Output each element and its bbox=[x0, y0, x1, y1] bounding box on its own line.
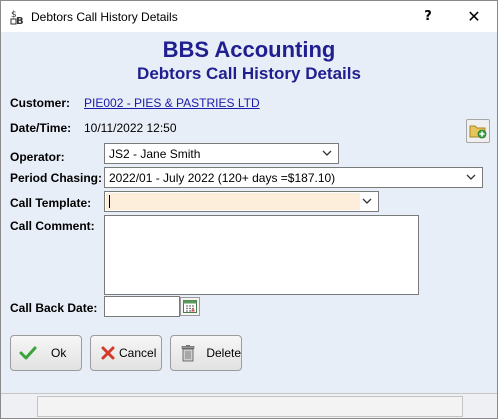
add-attachment-button[interactable] bbox=[466, 119, 490, 143]
chevron-down-icon bbox=[322, 150, 332, 156]
cancel-label: Cancel bbox=[119, 346, 157, 360]
folder-add-icon bbox=[469, 125, 487, 139]
text-cursor bbox=[109, 195, 110, 208]
operator-label: Operator: bbox=[10, 150, 65, 164]
operator-value: JS2 - Jane Smith bbox=[109, 146, 201, 161]
help-button[interactable]: ? bbox=[405, 1, 451, 32]
datetime-label: Date/Time: bbox=[10, 121, 72, 135]
trash-can-icon bbox=[179, 344, 196, 362]
template-label: Call Template: bbox=[10, 196, 92, 210]
dialog-window: $ B Debtors Call History Details ? ✕ BBS… bbox=[0, 0, 498, 419]
red-x-icon bbox=[99, 344, 117, 362]
comment-textarea[interactable] bbox=[104, 215, 419, 295]
calendar-icon bbox=[183, 300, 197, 313]
svg-text:B: B bbox=[16, 16, 24, 26]
comment-label: Call Comment: bbox=[10, 219, 95, 233]
customer-label: Customer: bbox=[10, 96, 71, 110]
ok-button[interactable]: Ok bbox=[10, 335, 82, 371]
callback-label: Call Back Date: bbox=[10, 301, 98, 315]
operator-select[interactable]: JS2 - Jane Smith bbox=[104, 143, 339, 164]
datetime-value: 10/11/2022 12:50 bbox=[84, 121, 177, 135]
period-label: Period Chasing: bbox=[10, 171, 103, 185]
chevron-down-icon bbox=[362, 198, 372, 204]
close-button[interactable]: ✕ bbox=[451, 1, 497, 32]
page-title: Debtors Call History Details bbox=[137, 64, 361, 83]
template-select[interactable] bbox=[104, 191, 379, 212]
period-value: 2022/01 - July 2022 (120+ days =$187.10) bbox=[109, 170, 336, 185]
delete-label: Delete bbox=[206, 346, 241, 360]
checkmark-icon bbox=[19, 344, 37, 362]
customer-link[interactable]: PIE002 - PIES & PASTRIES LTD bbox=[84, 96, 260, 110]
cancel-button[interactable]: Cancel bbox=[90, 335, 162, 371]
callback-date-input[interactable] bbox=[104, 296, 180, 317]
title-bar: $ B Debtors Call History Details ? ✕ bbox=[1, 1, 497, 32]
status-bar-panel bbox=[37, 396, 463, 417]
template-input-area[interactable] bbox=[106, 193, 360, 210]
delete-button[interactable]: Delete bbox=[170, 335, 242, 371]
company-title: BBS Accounting bbox=[162, 37, 336, 62]
status-bar bbox=[1, 393, 497, 418]
window-title: Debtors Call History Details bbox=[31, 10, 178, 24]
ok-label: Ok bbox=[51, 346, 67, 360]
calendar-button[interactable] bbox=[180, 297, 200, 316]
chevron-down-icon bbox=[466, 174, 476, 180]
period-select[interactable]: 2022/01 - July 2022 (120+ days =$187.10) bbox=[104, 167, 483, 188]
app-icon: $ B bbox=[10, 10, 24, 26]
